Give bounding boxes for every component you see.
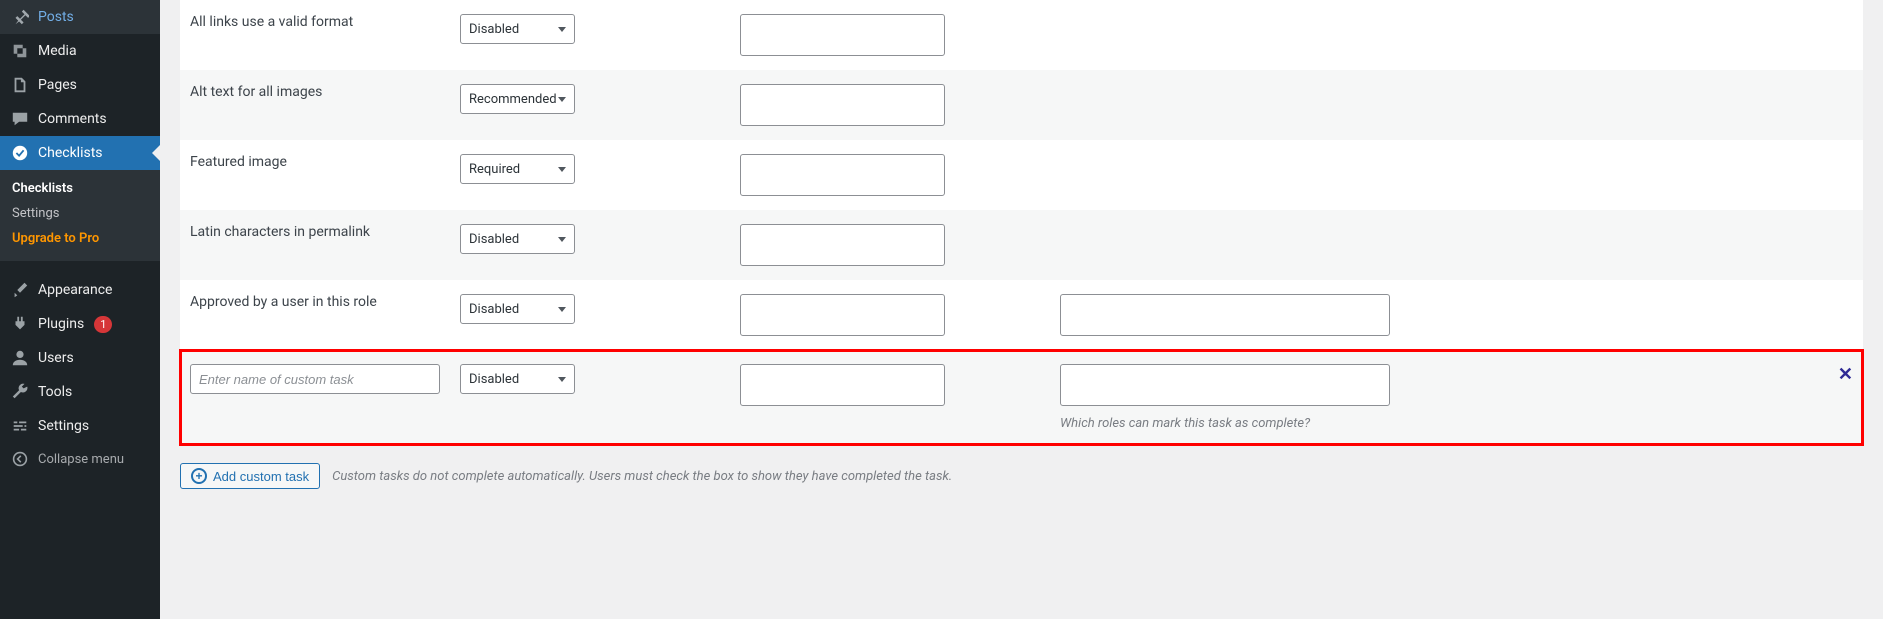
task-complete-roles-hint: Which roles can mark this task as comple… — [1060, 416, 1818, 431]
chevron-down-icon — [558, 307, 566, 312]
task-label: Alt text for all images — [180, 70, 450, 140]
task-roles-select[interactable] — [740, 84, 945, 126]
task-row-approved-role: Approved by a user in this role Disabled — [180, 280, 1863, 350]
add-custom-task-button[interactable]: + Add custom task — [180, 463, 320, 489]
sidebar-item-checklists[interactable]: Checklists — [0, 136, 160, 170]
task-label: Featured image — [180, 140, 450, 210]
select-value: Disabled — [469, 372, 519, 387]
collapse-icon — [10, 451, 30, 467]
task-roles-select[interactable] — [740, 14, 945, 56]
sidebar-item-comments[interactable]: Comments — [0, 102, 160, 136]
comment-icon — [10, 110, 30, 128]
select-value: Disabled — [469, 302, 519, 317]
task-label: All links use a valid format — [180, 0, 450, 70]
sidebar-item-plugins[interactable]: Plugins 1 — [0, 307, 160, 341]
sidebar-item-label: Appearance — [38, 282, 112, 298]
add-custom-task-label: Add custom task — [213, 469, 309, 484]
sidebar-item-label: Media — [38, 43, 77, 59]
media-icon — [10, 42, 30, 60]
task-approver-roles-select[interactable] — [1060, 294, 1390, 336]
pushpin-icon — [10, 8, 30, 26]
task-label: Approved by a user in this role — [180, 280, 450, 350]
task-label: Latin characters in permalink — [180, 210, 450, 280]
task-row-custom: Disabled Which roles can mark this task … — [180, 350, 1863, 445]
sidebar-item-label: Plugins — [38, 316, 84, 332]
custom-task-name-input[interactable] — [190, 364, 440, 394]
remove-task-icon[interactable]: ✕ — [1838, 364, 1853, 385]
sidebar-sub-settings[interactable]: Settings — [0, 201, 160, 226]
task-complete-roles-select[interactable] — [1060, 364, 1390, 406]
select-value: Required — [469, 162, 520, 177]
sidebar-item-label: Pages — [38, 77, 77, 93]
admin-sidebar: Posts Media Pages Comments Checklists Ch… — [0, 0, 160, 619]
sidebar-item-users[interactable]: Users — [0, 341, 160, 375]
plugins-badge: 1 — [94, 316, 112, 333]
add-task-footer: + Add custom task Custom tasks do not co… — [180, 463, 1863, 489]
task-requirement-select[interactable]: Required — [460, 154, 575, 184]
sidebar-item-posts[interactable]: Posts — [0, 0, 160, 34]
task-row-latin-permalink: Latin characters in permalink Disabled — [180, 210, 1863, 280]
task-requirement-select[interactable]: Disabled — [460, 224, 575, 254]
sidebar-item-label: Users — [38, 350, 74, 366]
sidebar-item-tools[interactable]: Tools — [0, 375, 160, 409]
task-row-featured-image: Featured image Required — [180, 140, 1863, 210]
main-content: All links use a valid format Disabled Al… — [160, 0, 1883, 619]
checklist-items-table: All links use a valid format Disabled Al… — [180, 0, 1863, 445]
task-roles-select[interactable] — [740, 154, 945, 196]
sliders-icon — [10, 417, 30, 435]
chevron-down-icon — [558, 237, 566, 242]
add-custom-task-note: Custom tasks do not complete automatical… — [332, 469, 952, 484]
plug-icon — [10, 315, 30, 333]
sidebar-collapse-label: Collapse menu — [38, 452, 124, 467]
select-value: Disabled — [469, 22, 519, 37]
plus-circle-icon: + — [191, 468, 207, 484]
sidebar-collapse[interactable]: Collapse menu — [0, 443, 160, 475]
brush-icon — [10, 281, 30, 299]
user-icon — [10, 349, 30, 367]
check-circle-icon — [10, 144, 30, 162]
chevron-down-icon — [558, 27, 566, 32]
select-value: Recommended — [469, 92, 557, 107]
task-row-links: All links use a valid format Disabled — [180, 0, 1863, 70]
sidebar-sub-upgrade[interactable]: Upgrade to Pro — [0, 226, 160, 251]
task-row-alt-text: Alt text for all images Recommended — [180, 70, 1863, 140]
task-roles-select[interactable] — [740, 364, 945, 406]
sidebar-item-label: Settings — [38, 418, 89, 434]
task-roles-select[interactable] — [740, 224, 945, 266]
chevron-down-icon — [558, 97, 566, 102]
sidebar-item-label: Checklists — [38, 145, 103, 161]
sidebar-item-label: Posts — [38, 9, 74, 25]
pages-icon — [10, 76, 30, 94]
sidebar-submenu-checklists: Checklists Settings Upgrade to Pro — [0, 170, 160, 261]
task-requirement-select[interactable]: Disabled — [460, 364, 575, 394]
select-value: Disabled — [469, 232, 519, 247]
sidebar-item-appearance[interactable]: Appearance — [0, 273, 160, 307]
wrench-icon — [10, 383, 30, 401]
task-requirement-select[interactable]: Recommended — [460, 84, 575, 114]
sidebar-item-settings[interactable]: Settings — [0, 409, 160, 443]
sidebar-item-label: Tools — [38, 384, 72, 400]
sidebar-item-label: Comments — [38, 111, 107, 127]
chevron-down-icon — [558, 167, 566, 172]
chevron-down-icon — [558, 377, 566, 382]
task-requirement-select[interactable]: Disabled — [460, 294, 575, 324]
task-roles-select[interactable] — [740, 294, 945, 336]
sidebar-sub-checklists[interactable]: Checklists — [0, 176, 160, 201]
sidebar-item-media[interactable]: Media — [0, 34, 160, 68]
sidebar-item-pages[interactable]: Pages — [0, 68, 160, 102]
task-requirement-select[interactable]: Disabled — [460, 14, 575, 44]
